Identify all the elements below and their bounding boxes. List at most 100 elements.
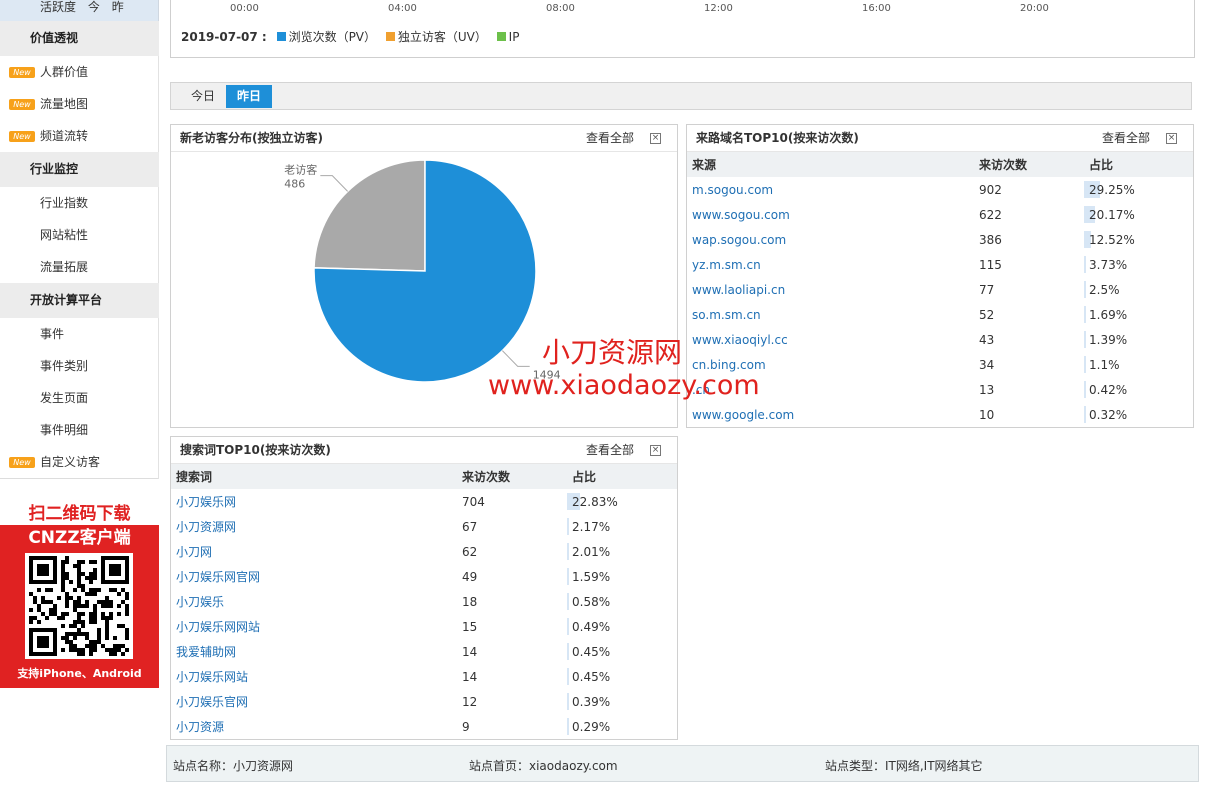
percent-text: 1.69%: [1089, 307, 1128, 322]
percent-cell: 12.52%: [1084, 227, 1193, 252]
legend-item-uv[interactable]: 独立访客（UV）: [380, 30, 487, 44]
count-cell: 18: [462, 594, 478, 609]
percent-text: 2.5%: [1089, 282, 1120, 297]
sidebar-item-channel-flow[interactable]: New 频道流转: [0, 120, 159, 152]
count-cell: 49: [462, 569, 478, 584]
legend-swatch: [496, 32, 506, 41]
percent-text: 0.49%: [572, 619, 611, 634]
trend-date: 2019-07-07 :: [181, 30, 267, 44]
percent-bar: [1084, 356, 1086, 373]
tab-yesterday[interactable]: 昨日: [226, 85, 273, 108]
row-link[interactable]: 小刀娱乐网网站: [176, 620, 260, 634]
keyword-panel: 搜索词TOP10(按来访次数) 查看全部 × 搜索词 来访次数 占比 小刀娱乐网…: [170, 436, 678, 740]
row-link[interactable]: 小刀娱乐官网: [176, 695, 248, 709]
table-row: yz.m.sm.cn 115 3.73%: [687, 252, 1193, 277]
activity-today-link[interactable]: 今: [88, 0, 100, 14]
sidebar-item-event-pages[interactable]: 发生页面: [0, 382, 159, 414]
activity-yesterday-link[interactable]: 昨: [112, 0, 124, 14]
nav-group-open-platform[interactable]: 开放计算平台: [0, 283, 159, 318]
nav-group-value[interactable]: 价值透视: [0, 21, 159, 56]
sidebar-item-traffic-map[interactable]: New 流量地图: [0, 88, 159, 120]
sidebar-item-custom-visitors[interactable]: New 自定义访客: [0, 446, 159, 478]
column-header[interactable]: 占比: [567, 464, 677, 489]
percent-text: 0.29%: [572, 719, 611, 734]
row-link[interactable]: m.sogou.com: [692, 183, 773, 197]
row-link[interactable]: 小刀资源网: [176, 520, 236, 534]
count-cell: 13: [979, 382, 995, 397]
close-icon[interactable]: ×: [650, 445, 661, 456]
percent-cell: 2.17%: [567, 514, 677, 539]
column-header[interactable]: 来源: [687, 152, 974, 177]
percent-text: 1.59%: [572, 569, 611, 584]
row-link[interactable]: 小刀娱乐网官网: [176, 570, 260, 584]
pie-label: 老访客: [284, 163, 317, 177]
sidebar-item-label: 频道流转: [40, 129, 89, 143]
qr-download-panel[interactable]: 扫二维码下载 CNZZ客户端 支持iPhone、Android: [0, 501, 159, 688]
sidebar-item-events[interactable]: 事件: [0, 318, 159, 350]
table-row: 我爱辅助网 14 0.45%: [171, 639, 677, 664]
percent-cell: 1.1%: [1084, 352, 1193, 377]
column-header[interactable]: 搜索词: [171, 464, 457, 489]
legend-item-ip[interactable]: IP: [491, 30, 519, 44]
view-all-link[interactable]: 查看全部: [586, 437, 634, 464]
row-link[interactable]: 小刀娱乐网站: [176, 670, 248, 684]
row-link[interactable]: www.xiaoqiyl.cc: [692, 333, 788, 347]
name-cell: m.sogou.com: [687, 177, 974, 202]
row-link[interactable]: so.m.sm.cn: [692, 308, 761, 322]
table-row: .cn 13 0.42%: [687, 377, 1193, 402]
view-all-link[interactable]: 查看全部: [1102, 125, 1150, 152]
row-link[interactable]: 小刀资源: [176, 720, 224, 734]
close-icon[interactable]: ×: [650, 133, 661, 144]
sidebar-item-site-stickiness[interactable]: 网站粘性: [0, 219, 159, 251]
percent-bar: [567, 568, 569, 585]
sidebar-item-event-details[interactable]: 事件明细: [0, 414, 159, 446]
percent-cell: 1.69%: [1084, 302, 1193, 327]
view-all-link[interactable]: 查看全部: [586, 125, 634, 152]
column-header[interactable]: 来访次数: [974, 152, 1084, 177]
row-link[interactable]: yz.m.sm.cn: [692, 258, 761, 272]
row-link[interactable]: www.sogou.com: [692, 208, 790, 222]
sidebar-item-label: 事件类别: [40, 359, 89, 373]
table-header-row: 来源 来访次数 占比: [687, 152, 1193, 177]
row-link[interactable]: www.laoliapi.cn: [692, 283, 785, 297]
site-home[interactable]: 站点首页：xiaodaozy.com: [469, 757, 618, 774]
column-header[interactable]: 来访次数: [457, 464, 567, 489]
sidebar-item-label: 人群价值: [40, 65, 89, 79]
row-link[interactable]: 我爱辅助网: [176, 645, 236, 659]
column-header[interactable]: 占比: [1084, 152, 1193, 177]
percent-cell: 2.01%: [567, 539, 677, 564]
row-link[interactable]: 小刀娱乐网: [176, 495, 236, 509]
row-link[interactable]: 小刀网: [176, 545, 212, 559]
table-row: www.sogou.com 622 20.17%: [687, 202, 1193, 227]
sidebar-item-traffic-expansion[interactable]: 流量拓展: [0, 251, 159, 283]
legend-item-pv[interactable]: 浏览次数（PV）: [271, 30, 376, 44]
percent-bar: [567, 668, 569, 685]
row-link[interactable]: www.google.com: [692, 408, 794, 422]
percent-cell: 1.59%: [567, 564, 677, 589]
count-cell: 15: [462, 619, 478, 634]
count-cell: 902: [979, 182, 1002, 197]
table-row: www.google.com 10 0.32%: [687, 402, 1193, 427]
sidebar-item-crowd-value[interactable]: New 人群价值: [0, 56, 159, 88]
table-row: so.m.sm.cn 52 1.69%: [687, 302, 1193, 327]
table-row: www.xiaoqiyl.cc 43 1.39%: [687, 327, 1193, 352]
panel-header: 来路域名TOP10(按来访次数) 查看全部 ×: [687, 125, 1193, 152]
percent-bar: [1084, 281, 1086, 298]
sidebar-item-industry-index[interactable]: 行业指数: [0, 187, 159, 219]
close-icon[interactable]: ×: [1166, 133, 1177, 144]
name-cell: www.laoliapi.cn: [687, 277, 974, 302]
percent-text: 1.39%: [1089, 332, 1128, 347]
row-link[interactable]: 小刀娱乐: [176, 595, 224, 609]
row-link[interactable]: wap.sogou.com: [692, 233, 786, 247]
percent-bar: [567, 718, 569, 735]
percent-bar: [567, 618, 569, 635]
table-header-row: 搜索词 来访次数 占比: [171, 464, 677, 489]
sidebar-item-label: 行业指数: [40, 196, 89, 210]
count-cell: 14: [462, 644, 478, 659]
name-cell: 小刀娱乐网网站: [171, 614, 457, 639]
legend-label: 浏览次数（PV）: [288, 30, 377, 44]
tab-today[interactable]: 今日: [180, 85, 226, 108]
pie-slice[interactable]: [313, 159, 426, 272]
nav-group-industry[interactable]: 行业监控: [0, 152, 159, 187]
sidebar-item-event-categories[interactable]: 事件类别: [0, 350, 159, 382]
